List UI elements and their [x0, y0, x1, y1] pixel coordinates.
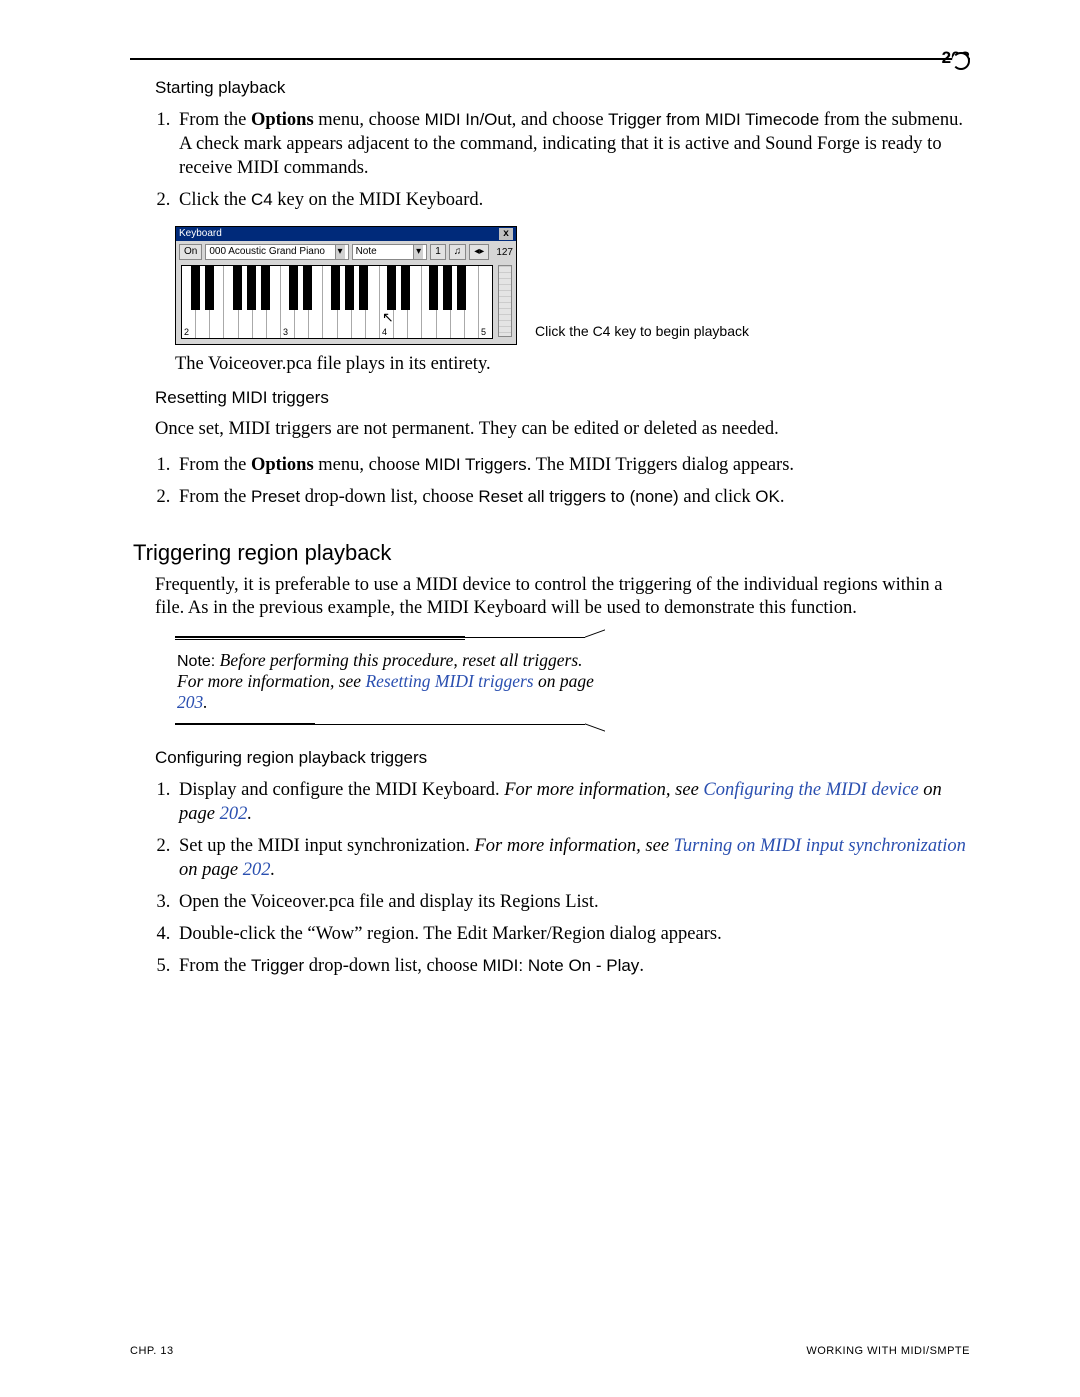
chevron-down-icon: ▾ [413, 245, 423, 259]
link-page-202a[interactable]: 202 [220, 804, 248, 824]
link-resetting[interactable]: Resetting MIDI triggers [365, 671, 533, 691]
velocity-value: 127 [492, 247, 513, 258]
step: Double-click the “Wow” region. The Edit … [175, 922, 970, 946]
note-callout: Note: Before performing this procedure, … [175, 636, 605, 728]
footer-title: WORKING WITH MIDI/SMPTE [806, 1345, 970, 1357]
step: From the Options menu, choose MIDI Trigg… [175, 453, 970, 477]
on-button[interactable]: On [179, 244, 202, 260]
cursor-icon: ↖ [382, 309, 394, 326]
link-page-203[interactable]: 203 [177, 692, 203, 712]
keyboard-title: Keyboard [179, 228, 222, 240]
chevron-down-icon: ▾ [335, 245, 345, 259]
step: Set up the MIDI input synchronization. F… [175, 834, 970, 882]
paragraph: Frequently, it is preferable to use a MI… [155, 574, 970, 620]
keyboard-window: Keyboard x On 000 Acoustic Grand Piano▾ … [175, 226, 517, 345]
keyboard-caption: Click the C4 key to begin playback [535, 323, 749, 345]
heading-configuring: Configuring region playback triggers [155, 748, 970, 768]
link-midi-sync[interactable]: Turning on MIDI input synchronization [674, 836, 966, 856]
step: From the Options menu, choose MIDI In/Ou… [175, 108, 970, 180]
heading-starting-playback: Starting playback [155, 78, 970, 98]
footer-chapter: CHP. 13 [130, 1345, 174, 1357]
nav-icon[interactable]: ◂▸ [469, 244, 489, 260]
step: Open the Voiceover.pca file and display … [175, 890, 970, 914]
link-page-202b[interactable]: 202 [243, 860, 271, 880]
link-configuring-device[interactable]: Configuring the MIDI device [703, 780, 918, 800]
step: From the Trigger drop-down list, choose … [175, 954, 970, 978]
heading-triggering: Triggering region playback [133, 540, 970, 566]
step: Click the C4 key on the MIDI Keyboard. [175, 188, 970, 212]
paragraph: Once set, MIDI triggers are not permanen… [155, 418, 970, 441]
velocity-slider[interactable] [498, 265, 512, 337]
step: From the Preset drop-down list, choose R… [175, 485, 970, 509]
tool-icon[interactable]: ♫ [449, 244, 467, 260]
channel-spin[interactable]: 1 [430, 244, 446, 260]
heading-resetting: Resetting MIDI triggers [155, 388, 970, 408]
piano-keys[interactable]: 2 3 4 5 ↖ [181, 265, 493, 339]
close-icon[interactable]: x [499, 228, 513, 240]
note-select[interactable]: Note▾ [352, 244, 428, 260]
page-top-rule [130, 58, 970, 60]
paragraph: The Voiceover.pca file plays in its enti… [175, 353, 970, 376]
instrument-select[interactable]: 000 Acoustic Grand Piano▾ [205, 244, 348, 260]
step: Display and configure the MIDI Keyboard.… [175, 778, 970, 826]
